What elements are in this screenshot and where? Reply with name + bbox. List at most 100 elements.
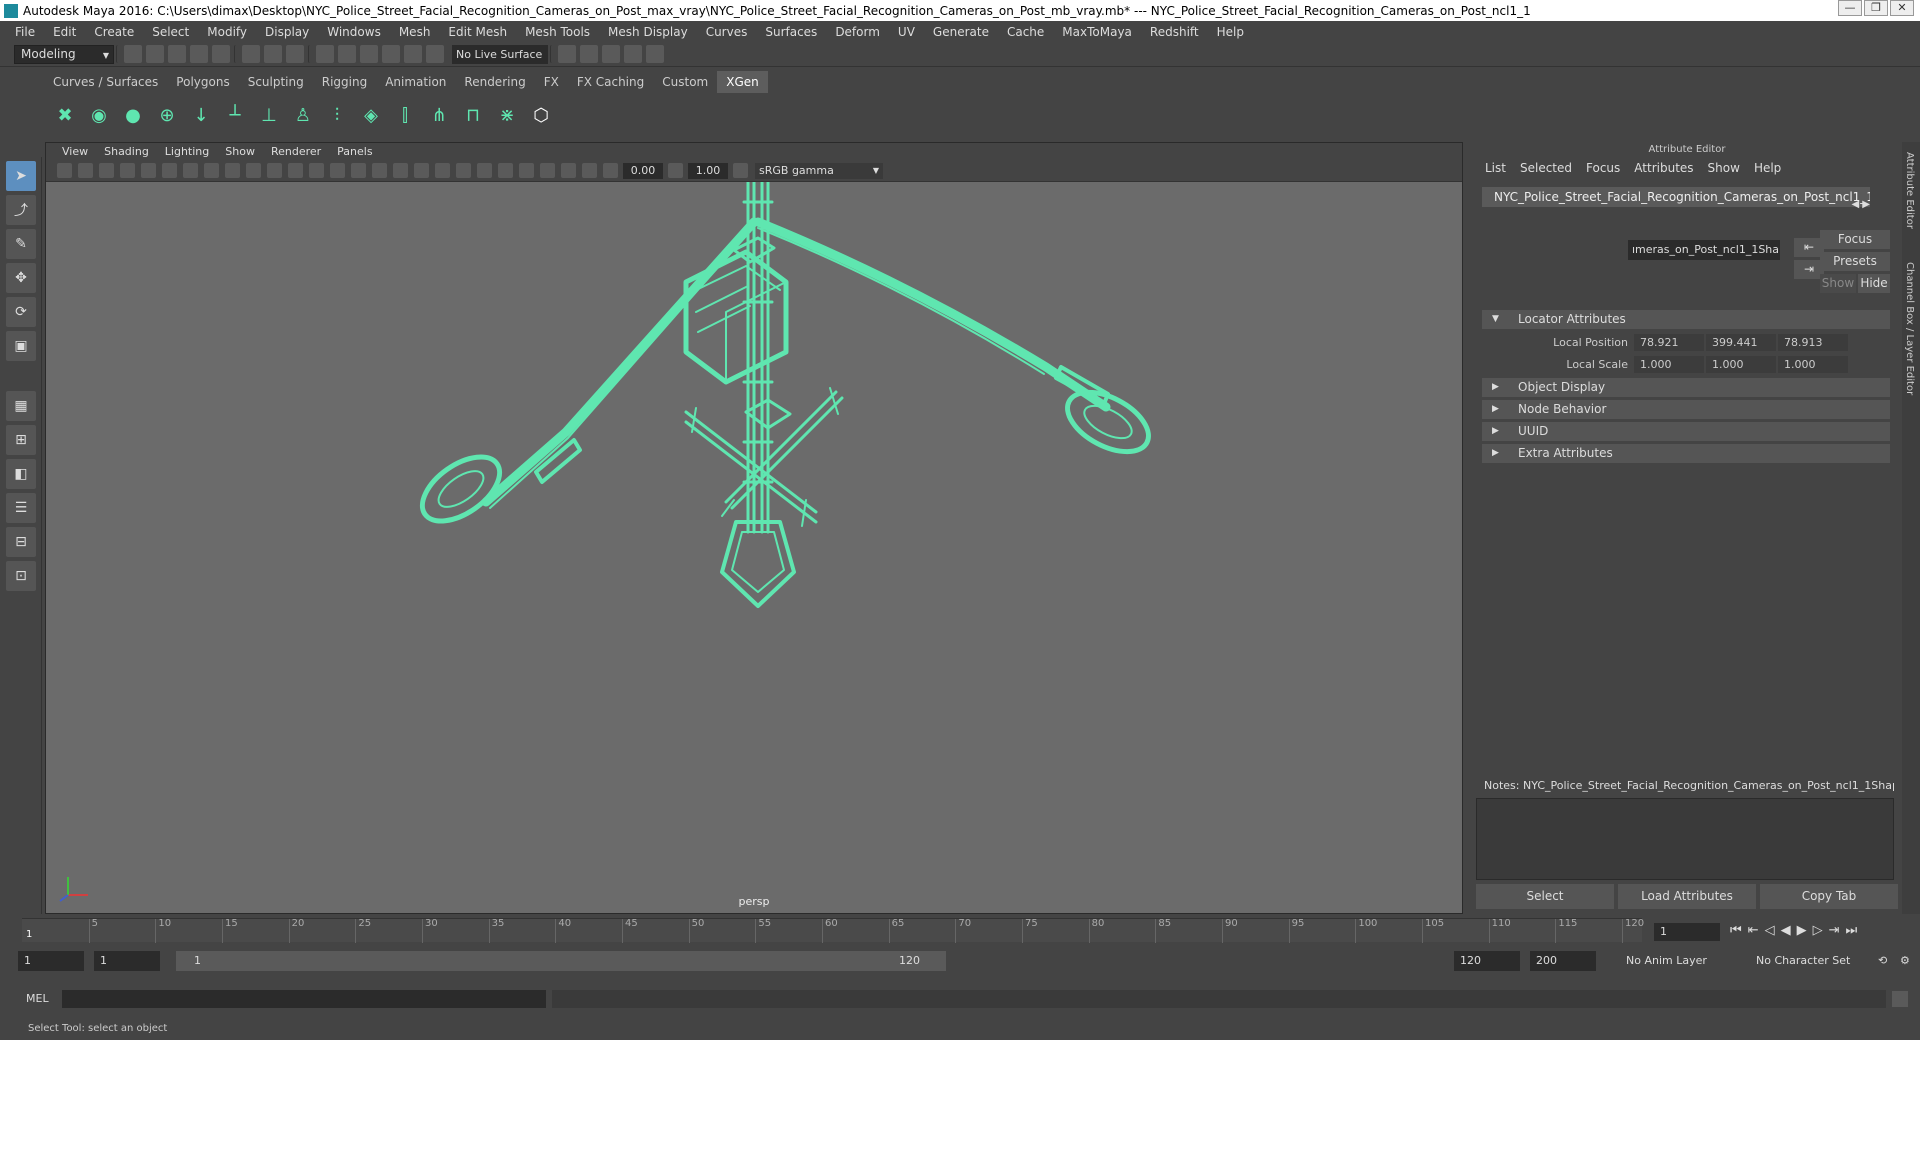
dof-icon[interactable] — [519, 163, 534, 178]
presets-button[interactable]: Presets — [1820, 252, 1890, 271]
shelf-tab-rigging[interactable]: Rigging — [313, 71, 376, 93]
view-transform-dropdown[interactable]: sRGB gamma — [755, 162, 883, 179]
menu-display[interactable]: Display — [256, 25, 318, 39]
layout-outliner-icon[interactable]: ☰ — [6, 493, 36, 523]
xgen-editor-icon[interactable]: ✖ — [51, 100, 79, 130]
two-d-pan-icon[interactable] — [141, 163, 156, 178]
step-back-key-icon[interactable]: ⇤ — [1748, 923, 1759, 938]
section-node-behavior[interactable]: Node Behavior — [1482, 400, 1890, 419]
viewport-menu-lighting[interactable]: Lighting — [157, 145, 217, 158]
bookmark-icon[interactable] — [99, 163, 114, 178]
section-locator-attributes[interactable]: Locator Attributes — [1482, 310, 1890, 329]
xgen-place-icon[interactable]: ↓ — [187, 100, 215, 130]
ae-menu-selected[interactable]: Selected — [1513, 161, 1579, 175]
shelf-tab-custom[interactable]: Custom — [653, 71, 717, 93]
menu-uv[interactable]: UV — [889, 25, 924, 39]
open-scene-icon[interactable] — [146, 45, 164, 63]
shelf-tab-fx-caching[interactable]: FX Caching — [568, 71, 653, 93]
motion-blur-icon[interactable] — [477, 163, 492, 178]
preferences-icon[interactable]: ⚙ — [1894, 951, 1914, 971]
notes-textarea[interactable] — [1476, 798, 1894, 880]
local-scale-y[interactable]: 1.000 — [1706, 356, 1776, 373]
range-slider-bar[interactable]: 1 120 — [176, 951, 946, 971]
lighting-icon[interactable] — [372, 163, 387, 178]
render-settings-icon[interactable] — [602, 45, 620, 63]
menu-cache[interactable]: Cache — [998, 25, 1053, 39]
menu-windows[interactable]: Windows — [318, 25, 390, 39]
shelf-tab-xgen[interactable]: XGen — [717, 70, 768, 93]
anim-layer-dropdown[interactable]: No Anim Layer — [1620, 951, 1740, 971]
menu-deform[interactable]: Deform — [826, 25, 889, 39]
camera-attributes-icon[interactable] — [78, 163, 93, 178]
camera-select-icon[interactable] — [57, 163, 72, 178]
field-chart-icon[interactable] — [267, 163, 282, 178]
snap-view-icon[interactable] — [382, 45, 400, 63]
current-frame-field[interactable]: 1 — [1654, 923, 1720, 941]
shadows-icon[interactable] — [435, 163, 450, 178]
shelf-tab-animation[interactable]: Animation — [376, 71, 455, 93]
gamma-icon[interactable] — [668, 163, 683, 178]
xgen-groom-icon[interactable]: ⊕ — [153, 100, 181, 130]
ae-menu-list[interactable]: List — [1478, 161, 1513, 175]
tab-scroll-arrows-icon[interactable]: ◀ ▶ — [1851, 199, 1870, 210]
new-scene-icon[interactable] — [124, 45, 142, 63]
xgen-smooth-icon[interactable]: ⊓ — [459, 100, 487, 130]
snap-grid-icon[interactable] — [316, 45, 334, 63]
node-tab[interactable]: NYC_Police_Street_Facial_Recognition_Cam… — [1482, 187, 1870, 207]
step-forward-frame-icon[interactable]: ▷ — [1813, 923, 1823, 938]
render-view-icon[interactable] — [646, 45, 664, 63]
resolution-gate-icon[interactable] — [225, 163, 240, 178]
step-back-frame-icon[interactable]: ◁ — [1765, 923, 1775, 938]
select-component-icon[interactable] — [286, 45, 304, 63]
hypershade-icon[interactable] — [624, 45, 642, 63]
exposure-field[interactable]: 0.00 — [623, 162, 663, 179]
color-management-icon[interactable] — [733, 163, 748, 178]
xgen-length-icon[interactable]: ⊥ — [255, 100, 283, 130]
xgen-noise-icon[interactable]: ⋇ — [493, 100, 521, 130]
go-to-start-icon[interactable]: ⏮ — [1730, 923, 1742, 938]
snap-pivot-icon[interactable] — [426, 45, 444, 63]
xgen-lock-icon[interactable]: ♙ — [289, 100, 317, 130]
section-extra-attributes[interactable]: Extra Attributes — [1482, 444, 1890, 463]
xray-active-icon[interactable] — [582, 163, 597, 178]
menu-surfaces[interactable]: Surfaces — [756, 25, 826, 39]
ipr-render-icon[interactable] — [580, 45, 598, 63]
paint-select-tool-icon[interactable]: ✎ — [6, 229, 36, 259]
menu-generate[interactable]: Generate — [924, 25, 998, 39]
menu-curves[interactable]: Curves — [697, 25, 757, 39]
xray-icon[interactable] — [414, 163, 429, 178]
xgen-preview-icon[interactable]: ◉ — [85, 100, 113, 130]
character-set-dropdown[interactable]: No Character Set — [1750, 951, 1870, 971]
textured-icon[interactable] — [393, 163, 408, 178]
save-scene-icon[interactable] — [168, 45, 186, 63]
redo-icon[interactable] — [212, 45, 230, 63]
move-tool-icon[interactable]: ✥ — [6, 263, 36, 293]
scene-end-field[interactable]: 200 — [1530, 951, 1596, 971]
render-frame-icon[interactable] — [558, 45, 576, 63]
xgen-comb-icon[interactable]: ⫶ — [323, 100, 351, 130]
shelf-tab-polygons[interactable]: Polygons — [167, 71, 238, 93]
layout-hypershade-icon[interactable]: ⊡ — [6, 561, 36, 591]
ae-menu-attributes[interactable]: Attributes — [1627, 161, 1700, 175]
scene-start-field[interactable]: 1 — [18, 951, 84, 971]
ae-menu-help[interactable]: Help — [1747, 161, 1788, 175]
playback-end-field[interactable]: 120 — [1454, 951, 1520, 971]
time-slider[interactable]: 1 5 10 15 20 25 30 35 40 45 50 55 60 65 70 75 80 85 90 95 1… — [0, 914, 1920, 946]
layout-single-icon[interactable]: ▦ — [6, 391, 36, 421]
xgen-add-icon[interactable]: ┴ — [221, 100, 249, 130]
menu-maxtomaya[interactable]: MaxToMaya — [1053, 25, 1141, 39]
shelf-tab-sculpting[interactable]: Sculpting — [239, 71, 313, 93]
viewport-menu-panels[interactable]: Panels — [329, 145, 380, 158]
layout-side-icon[interactable]: ◧ — [6, 459, 36, 489]
time-slider-bar[interactable]: 1 5 10 15 20 25 30 35 40 45 50 55 60 65 70 75 80 85 90 95 1… — [22, 918, 1644, 943]
section-uuid[interactable]: UUID — [1482, 422, 1890, 441]
scale-tool-icon[interactable]: ▣ — [6, 331, 36, 361]
mel-input[interactable] — [62, 990, 546, 1008]
auto-key-icon[interactable]: ⟲ — [1872, 951, 1892, 971]
smooth-shade-icon[interactable] — [351, 163, 366, 178]
anti-alias-icon[interactable] — [498, 163, 513, 178]
streetlight-camera-model[interactable] — [46, 182, 1464, 894]
wireframe-icon[interactable] — [330, 163, 345, 178]
safe-title-icon[interactable] — [309, 163, 324, 178]
section-object-display[interactable]: Object Display — [1482, 378, 1890, 397]
